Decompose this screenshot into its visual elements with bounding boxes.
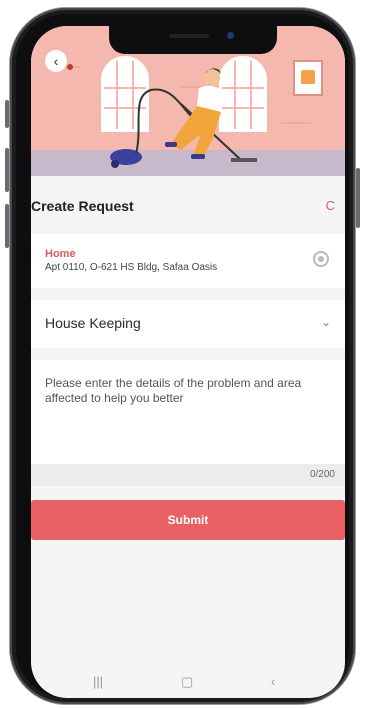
power-button [356, 168, 360, 228]
title-row: Create Request C [31, 198, 345, 218]
person-shoe [165, 142, 177, 147]
vacuum-head [231, 158, 257, 162]
vacuum-wheel [111, 160, 119, 168]
address-label: Home [45, 248, 76, 260]
submit-button[interactable]: Submit [31, 500, 345, 540]
person-shoe [191, 154, 205, 159]
back-button[interactable]: ‹ [45, 50, 73, 72]
details-placeholder: Please enter the details of the problem … [45, 376, 302, 405]
volume-button [5, 204, 9, 248]
page-title: Create Request [31, 198, 134, 214]
chevron-left-icon: ‹ [53, 53, 59, 69]
person-pants [171, 106, 221, 158]
character-counter-bar: 0/200 [31, 464, 345, 486]
notification-dot [67, 64, 73, 70]
home-icon[interactable]: ▢ [181, 674, 193, 690]
volume-button [5, 148, 9, 192]
address-value: Apt 0110, O-621 HS Bldg, Safaa Oasis [45, 262, 218, 273]
chevron-down-icon: ⌄ [320, 315, 331, 329]
character-counter: 0/200 [309, 469, 335, 480]
system-navigation-bar: ||| ▢ ‹ [31, 668, 345, 698]
recents-icon[interactable]: ||| [93, 674, 103, 689]
notch [109, 26, 277, 54]
refresh-icon[interactable]: C [326, 198, 335, 213]
location-target-icon[interactable] [313, 251, 329, 267]
address-card[interactable]: Home Apt 0110, O-621 HS Bldg, Safaa Oasi… [31, 234, 345, 288]
camera [227, 32, 234, 39]
app-screen: ‹ Create Request C Home Apt 0110, O-621 … [31, 26, 345, 698]
speaker [169, 34, 209, 38]
details-textarea[interactable]: Please enter the details of the problem … [31, 360, 345, 464]
back-nav-icon[interactable]: ‹ [271, 674, 275, 689]
service-type-value: House Keeping [45, 315, 141, 331]
volume-button [5, 100, 9, 128]
service-type-select[interactable]: House Keeping ⌄ [31, 300, 345, 348]
